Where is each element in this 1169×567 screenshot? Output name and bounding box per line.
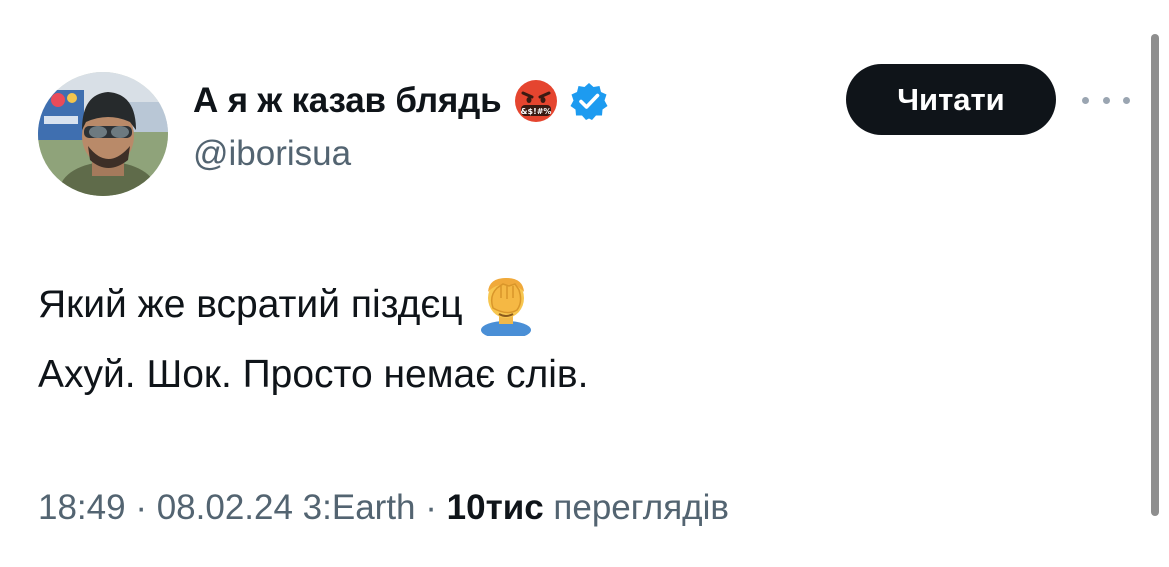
- avatar-image: [38, 72, 168, 196]
- verified-badge-icon[interactable]: [569, 81, 609, 121]
- author-name-row[interactable]: А я ж казав блядь &$!#%: [193, 78, 609, 124]
- tweet-time[interactable]: 18:49: [38, 488, 126, 527]
- tweet-line-1-text: Який же всратий піздєц: [38, 283, 463, 326]
- author-handle[interactable]: @iborisua: [193, 134, 351, 174]
- avatar[interactable]: [38, 72, 168, 196]
- more-dots-icon: [1082, 96, 1089, 104]
- tweet-meta: 18:49 · 08.02.24 3:Earth · 10тис перегля…: [38, 488, 729, 528]
- meta-separator: ·: [125, 488, 157, 527]
- svg-text:&$!#%: &$!#%: [521, 107, 552, 116]
- tweet-source: 3:Earth: [292, 488, 416, 527]
- tweet-text: Який же всратий піздєц Ахуй. Шок. Просто…: [38, 270, 588, 410]
- author-display-name[interactable]: А я ж казав блядь: [193, 81, 502, 121]
- meta-separator: ·: [415, 488, 447, 527]
- more-options-button[interactable]: [1082, 88, 1130, 112]
- tweet-line-2-text: Ахуй. Шок. Просто немає слів.: [38, 353, 589, 396]
- tweet-line-1: Який же всратий піздєц: [38, 270, 588, 340]
- more-dots-icon: [1102, 96, 1110, 104]
- angry-face-with-symbols-icon: &$!#%: [513, 78, 559, 124]
- tweet-date[interactable]: 08.02.24: [157, 488, 293, 527]
- follow-button[interactable]: Читати: [846, 64, 1056, 135]
- scrollbar[interactable]: [1151, 34, 1159, 516]
- tweet-line-2: Ахуй. Шок. Просто немає слів.: [38, 340, 588, 410]
- more-dots-icon: [1123, 96, 1130, 104]
- views-label: переглядів: [543, 488, 729, 527]
- facepalm-icon: [479, 274, 533, 339]
- views-count[interactable]: 10тис: [447, 488, 544, 527]
